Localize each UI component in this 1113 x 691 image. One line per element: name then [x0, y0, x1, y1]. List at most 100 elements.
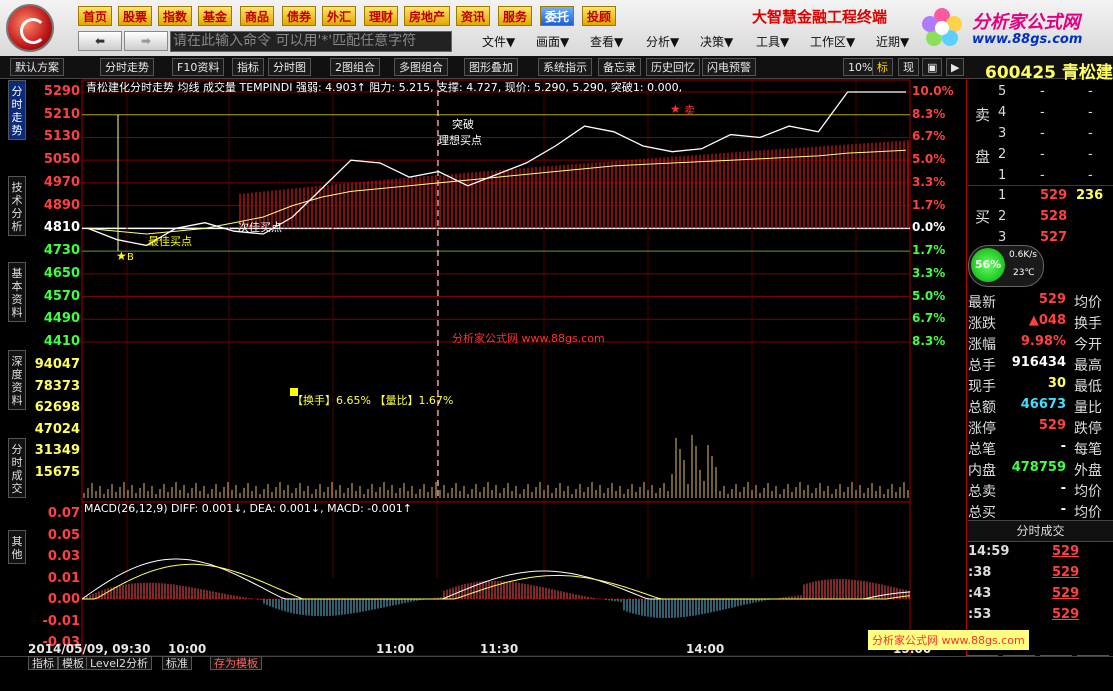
sell-price-1: - — [1040, 168, 1045, 183]
price-tick-8: 4650 — [43, 265, 80, 281]
back-button[interactable]: ⬅ — [78, 31, 122, 51]
chart-date: 2014/05/09, 09:30 — [28, 642, 151, 656]
bottom-tab-2[interactable]: Level2分析 — [86, 656, 153, 670]
tick-price-3: 529 — [1052, 607, 1080, 622]
turnover-label: 【换手】6.65% 【量比】1.67% — [292, 394, 454, 407]
pct-tick-0: 10.0% — [912, 84, 954, 98]
annotation-ideal-buy: 理想买点 — [438, 134, 482, 147]
pct-tick-1: 8.3% — [912, 106, 946, 121]
macd-label: MACD(26,12,9) DIFF: 0.001↓, DEA: 0.001↓,… — [84, 502, 412, 515]
menu-item-3[interactable]: 分析▼ — [646, 33, 679, 50]
forward-button[interactable]: ➡ — [124, 31, 168, 51]
menu-item-7[interactable]: 近期▼ — [876, 33, 909, 50]
pct-tick-9: 5.0% — [912, 288, 946, 303]
nav-button-5[interactable]: 债券 — [282, 6, 317, 26]
nav-button-11[interactable]: 委托 — [540, 6, 575, 26]
annotation-breakout: 突破 — [452, 118, 474, 131]
expand-icon[interactable]: ▶ — [946, 58, 965, 76]
toolbar-item-11[interactable]: 闪电预警 — [702, 58, 756, 76]
nav-button-3[interactable]: 基金 — [198, 6, 233, 26]
toolbar-item-6[interactable]: 多图组合 — [394, 58, 448, 76]
menu-item-2[interactable]: 查看▼ — [590, 33, 623, 50]
toolbar-item-4[interactable]: 分时图 — [268, 58, 311, 76]
nav-button-12[interactable]: 投顾 — [582, 6, 617, 26]
toolbar-right-2[interactable]: 现 — [898, 58, 919, 76]
sell-price-4: - — [1040, 105, 1045, 120]
toolbar-item-5[interactable]: 2图组合 — [330, 58, 380, 76]
toolbar-item-0[interactable]: 默认方案 — [10, 58, 64, 76]
chart-title: 青松建化分时走势 均线 成交量 TEMPINDI 强弱: 4.903↑ 阻力: … — [86, 81, 683, 94]
chart-frame — [81, 79, 911, 656]
nav-button-9[interactable]: 资讯 — [456, 6, 491, 26]
toolbar-item-1[interactable]: 分时走势 — [100, 58, 154, 76]
macd-tick-2: 0.03 — [47, 549, 80, 564]
toolbar-item-7[interactable]: 图形叠加 — [464, 58, 518, 76]
window-icon[interactable]: ▣ — [922, 58, 943, 76]
quote-key-10: 总买 — [968, 505, 996, 521]
nav-button-4[interactable]: 商品 — [240, 6, 275, 26]
sell-level-3: 3 — [998, 126, 1007, 141]
quote-key-9: 总卖 — [968, 484, 996, 500]
menu-item-5[interactable]: 工具▼ — [756, 33, 789, 50]
nav-button-10[interactable]: 服务 — [498, 6, 533, 26]
quote-value-10: - — [1060, 502, 1066, 517]
cpu-gauge: 56% — [971, 248, 1005, 282]
bottom-tab-4[interactable]: 存为模板 — [210, 656, 262, 670]
tick-time-2: :43 — [968, 586, 992, 601]
bottom-tab-0[interactable]: 指标 — [28, 656, 58, 670]
buy-volume-1: 236 — [1076, 188, 1104, 203]
menu-item-0[interactable]: 文件▼ — [482, 33, 515, 50]
volume-tick-3: 47024 — [34, 421, 80, 437]
sell-label-2: 盘 — [975, 148, 991, 166]
nav-button-0[interactable]: 首页 — [78, 6, 113, 26]
quote-value-5: 46673 — [1020, 397, 1066, 412]
sell-label-1: 卖 — [975, 106, 991, 124]
quote-key-3: 总手 — [968, 358, 996, 374]
quote-key-1: 涨跌 — [968, 316, 996, 332]
menu-item-4[interactable]: 决策▼ — [700, 33, 733, 50]
quote-key2-3: 最高 — [1074, 358, 1102, 374]
sell-level-1: 1 — [998, 168, 1007, 183]
brand-title: 大智慧金融工程终端 — [752, 8, 888, 26]
quote-key-0: 最新 — [968, 295, 996, 311]
menu-item-6[interactable]: 工作区▼ — [810, 33, 855, 50]
sell-level-5: 5 — [998, 84, 1007, 99]
annotation-sell: 卖 — [684, 104, 695, 117]
pct-tick-3: 5.0% — [912, 152, 946, 167]
bottom-tab-3[interactable]: 标准 — [162, 656, 192, 670]
toolbar-right-1[interactable]: 标 — [872, 58, 893, 76]
quote-value-2: 9.98% — [1020, 334, 1066, 349]
bottom-tab-1[interactable]: 模板 — [58, 656, 88, 670]
nav-button-1[interactable]: 股票 — [118, 6, 153, 26]
toolbar-item-9[interactable]: 备忘录 — [598, 58, 641, 76]
quote-key2-7: 每笔 — [1074, 442, 1102, 458]
tick-time-0: 14:59 — [968, 544, 1010, 559]
nav-button-8[interactable]: 房地产 — [404, 6, 451, 26]
net-speed: 0.6K/s — [1009, 250, 1037, 260]
toolbar-item-3[interactable]: 指标 — [232, 58, 264, 76]
pct-tick-2: 6.7% — [912, 129, 946, 144]
sell-volume-1: - — [1088, 168, 1093, 183]
sell-price-5: - — [1040, 84, 1045, 99]
intraday-chart: ★★ — [81, 79, 911, 656]
quote-key2-0: 均价 — [1074, 295, 1102, 311]
nav-button-7[interactable]: 理财 — [364, 6, 399, 26]
toolbar-item-8[interactable]: 系统指示 — [538, 58, 592, 76]
pct-tick-7: 1.7% — [912, 243, 946, 258]
command-input[interactable]: 请在此输入命令 可以用'*'匹配任意字符 — [170, 31, 452, 52]
volume-tick-5: 15675 — [34, 464, 80, 480]
toolbar-item-2[interactable]: F10资料 — [172, 58, 225, 76]
sell-star-marker: ★ — [670, 102, 681, 116]
pct-tick-4: 3.3% — [912, 174, 946, 189]
toolbar-item-10[interactable]: 历史回忆 — [646, 58, 700, 76]
brand-site-name: 分析家公式网 — [972, 12, 1080, 33]
volume-tick-4: 31349 — [34, 443, 80, 458]
nav-button-2[interactable]: 指数 — [158, 6, 193, 26]
quote-key2-6: 跌停 — [1074, 421, 1102, 437]
price-tick-9: 4570 — [43, 288, 80, 304]
price-tick-4: 4970 — [43, 174, 80, 190]
menu-item-1[interactable]: 画面▼ — [536, 33, 569, 50]
sell-price-3: - — [1040, 126, 1045, 141]
quote-value-0: 529 — [1038, 292, 1066, 307]
nav-button-6[interactable]: 外汇 — [322, 6, 357, 26]
